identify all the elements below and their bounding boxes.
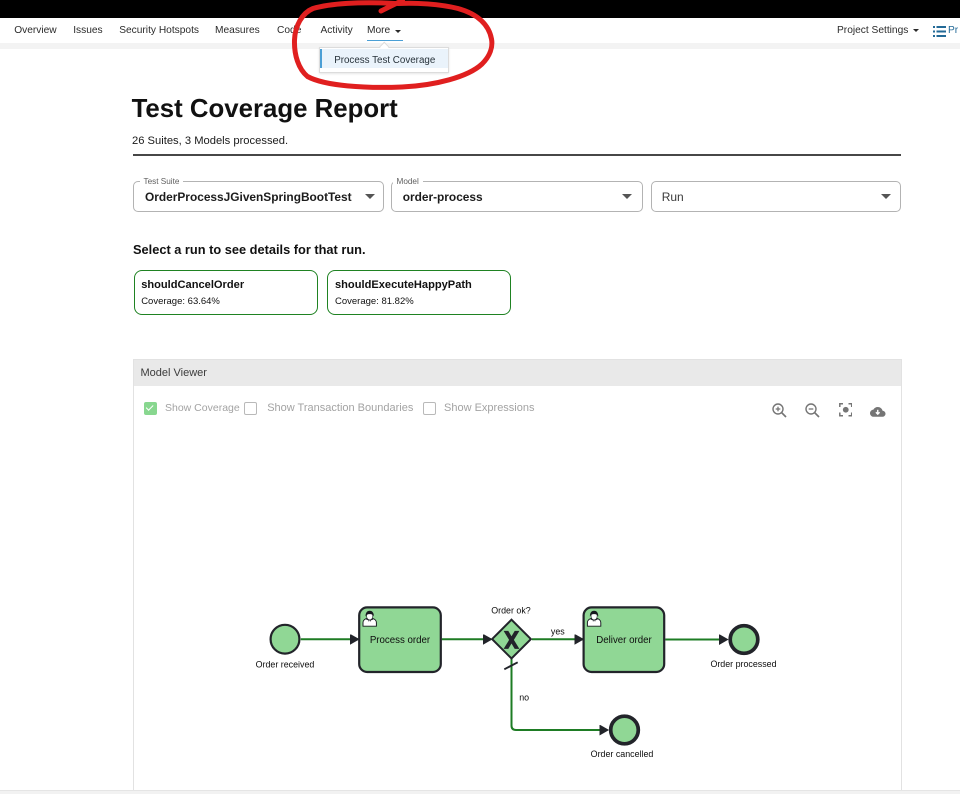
svg-text:no: no [519,692,529,702]
svg-text:Order processed: Order processed [710,659,776,669]
svg-text:Deliver order: Deliver order [596,635,652,646]
svg-text:Order ok?: Order ok? [491,606,531,616]
svg-text:Process order: Process order [370,635,431,646]
svg-text:yes: yes [551,627,565,637]
svg-text:Order cancelled: Order cancelled [591,749,654,759]
svg-text:Order received: Order received [256,659,315,669]
